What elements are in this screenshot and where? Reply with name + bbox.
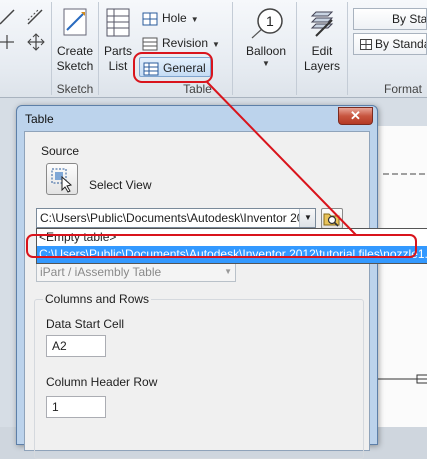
chevron-down-icon: ▼ [224, 267, 232, 276]
panel-label-table: Table [183, 82, 212, 96]
dropdown-item-empty-table[interactable]: <Empty table> [37, 229, 427, 246]
layer-style-dropdown[interactable]: By Standa [353, 33, 427, 55]
data-start-cell-input[interactable]: A2 [46, 335, 106, 357]
panel-label-format: Format [383, 82, 422, 96]
table-dialog: Table ✕ Source Select View C:\Users\Publ… [16, 105, 427, 459]
standard-style-value: By Star [392, 12, 427, 26]
hole-table-button[interactable]: Hole ▼ [142, 8, 199, 28]
chevron-down-icon[interactable]: ▼ [299, 209, 315, 227]
edit-layers-button[interactable]: Edit Layers [300, 6, 344, 74]
balloon-icon: 1 [251, 8, 283, 39]
source-file-value: C:\Users\Public\Documents\Autodesk\Inven… [40, 211, 316, 225]
ribbon-separator [98, 2, 99, 95]
dropdown-item-nozzle-file[interactable]: C:\Users\Public\Documents\Autodesk\Inven… [37, 246, 427, 263]
layer-style-value: By Standa [375, 37, 427, 51]
folder-search-icon [323, 213, 340, 227]
dialog-title: Table [25, 112, 54, 126]
columns-rows-group-label: Columns and Rows [43, 292, 152, 306]
general-table-label: General [163, 61, 206, 75]
parts-list-button[interactable]: Parts List [100, 6, 136, 74]
sketch-tools-partial [0, 6, 50, 54]
ribbon: Create Sketch Sketch Parts List Hole ▼ Re… [0, 0, 427, 98]
parts-list-label-2: List [108, 59, 128, 73]
edit-layers-icon [310, 11, 334, 37]
chevron-down-icon: ▼ [212, 40, 220, 49]
close-icon[interactable]: ✕ [338, 107, 373, 125]
data-start-cell-label: Data Start Cell [46, 317, 125, 331]
chevron-down-icon: ▼ [262, 59, 270, 68]
create-sketch-label-2: Sketch [56, 59, 94, 73]
revision-table-icon [142, 37, 158, 51]
sketch-tools-icons[interactable] [0, 6, 50, 54]
browse-button[interactable] [321, 208, 343, 229]
parts-list-label-1: Parts [103, 44, 132, 58]
general-table-icon [143, 62, 159, 76]
panel-label-sketch: Sketch [56, 82, 94, 96]
parts-list-icon [106, 8, 130, 37]
column-header-row-label: Column Header Row [46, 375, 158, 389]
svg-text:1: 1 [266, 13, 274, 29]
dialog-body: Source Select View C:\Users\Public\Docum… [24, 131, 427, 459]
hole-table-label: Hole [162, 11, 187, 25]
source-group-label: Source [41, 144, 80, 158]
drawing-sheet [370, 126, 427, 427]
table-type-value: iPart / iAssembly Table [40, 265, 162, 279]
create-sketch-icon [63, 8, 87, 36]
ribbon-separator [232, 2, 233, 95]
revision-table-label: Revision [162, 36, 209, 50]
ribbon-separator [296, 2, 297, 95]
select-view-button[interactable] [46, 163, 78, 195]
create-sketch-button[interactable]: Create Sketch [54, 6, 96, 74]
drawing-geometry [371, 173, 427, 384]
select-view-icon [51, 168, 73, 193]
hole-table-icon [142, 12, 158, 26]
chevron-down-icon: ▼ [190, 15, 199, 24]
balloon-label: Balloon [245, 44, 287, 58]
select-view-label: Select View [89, 178, 152, 192]
balloon-button[interactable]: 1 Balloon ▼ [240, 4, 292, 69]
edit-layers-label-2: Layers [303, 59, 341, 73]
general-table-button[interactable]: General [139, 57, 211, 77]
create-sketch-label-1: Create [56, 44, 94, 58]
standard-style-dropdown[interactable]: By Star [353, 8, 427, 30]
column-header-row-input[interactable]: 1 [46, 396, 106, 418]
table-grid-icon [360, 39, 372, 51]
source-file-dropdown-list: <Empty table> C:\Users\Public\Documents\… [36, 228, 427, 264]
edit-layers-label-1: Edit [311, 44, 333, 58]
table-type-combobox[interactable]: iPart / iAssembly Table ▼ [36, 262, 236, 282]
source-file-combobox[interactable]: C:\Users\Public\Documents\Autodesk\Inven… [36, 208, 316, 228]
revision-table-button[interactable]: Revision ▼ [142, 33, 220, 53]
